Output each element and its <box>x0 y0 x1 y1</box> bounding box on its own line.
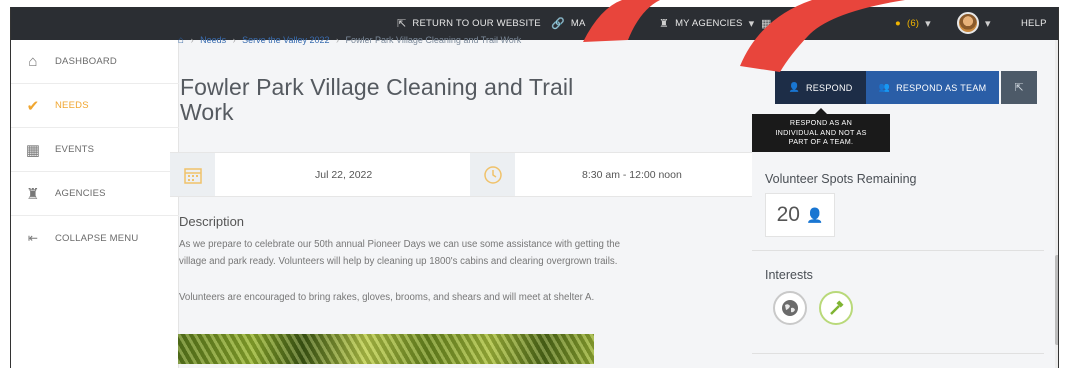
tooltip-line: RESPOND AS AN <box>789 118 853 127</box>
sidebar-item-label: COLLAPSE MENU <box>55 232 139 244</box>
my-agencies-menu[interactable]: ♜ MY AGENCIES ▾ <box>659 7 754 40</box>
link-icon: 🔗 <box>551 18 565 30</box>
sidebar-item-events[interactable]: ▦ EVENTS <box>11 128 179 172</box>
volunteer-spots-count: 20 <box>776 203 800 226</box>
clock-icon <box>470 153 515 196</box>
breadcrumb-serve-the-valley[interactable]: Serve the Valley 2022 <box>242 35 329 45</box>
page-title-line2: Work <box>180 99 234 125</box>
scroll-thumb[interactable] <box>1055 255 1058 345</box>
breadcrumb-current: Fowler Park Village Cleaning and Trail W… <box>345 35 522 45</box>
breadcrumb-separator: › <box>232 35 236 45</box>
description-paragraph-1: As we prepare to celebrate our 50th annu… <box>179 236 739 270</box>
collapse-arrow-icon: ⇤ <box>27 231 39 245</box>
respond-as-team-label: RESPOND AS TEAM <box>896 82 987 93</box>
need-time: 8:30 am - 12:00 noon <box>582 168 682 181</box>
return-to-website-label: RETURN TO OUR WEBSITE <box>412 18 541 29</box>
volunteer-spots-box: 20 👤 <box>765 193 835 237</box>
calendar-icon: ▦ <box>761 18 772 30</box>
page-scrollbar[interactable] <box>1055 40 1058 368</box>
agency-icon: ♜ <box>26 185 40 203</box>
breadcrumb-separator: › <box>336 35 340 45</box>
sidebar-item-label: NEEDS <box>55 100 89 111</box>
respond-label: RESPOND <box>805 82 853 93</box>
page-title: Fowler Park Village Cleaning and Trail W… <box>180 75 680 125</box>
interests-title: Interests <box>765 268 813 282</box>
map-link[interactable]: 🔗 MA <box>551 7 586 40</box>
panel-divider <box>752 250 1044 251</box>
check-circle-icon: ✔ <box>26 97 40 115</box>
date-time-row: Jul 22, 2022 8:30 am - 12:00 noon <box>170 152 752 197</box>
user-menu-caret[interactable]: ▾ <box>985 7 991 40</box>
sidebar: ⌂ DASHBOARD ✔ NEEDS ▦ EVENTS ♜ AGENCIES … <box>11 40 179 368</box>
description-heading: Description <box>179 214 245 229</box>
breadcrumb: ⌂ › Needs › Serve the Valley 2022 › Fowl… <box>178 35 521 46</box>
person-icon: 👤 <box>788 82 800 92</box>
description-line: As we prepare to celebrate our 50th annu… <box>179 239 621 250</box>
sidebar-item-needs[interactable]: ✔ NEEDS <box>11 84 179 128</box>
calendar-link[interactable]: ▦ CALEN <box>761 7 810 40</box>
notifications-menu[interactable]: ● (6) ▾ <box>895 7 931 40</box>
team-icon: 👥 <box>878 82 891 92</box>
help-label: HELP <box>1021 18 1047 29</box>
user-avatar[interactable] <box>957 12 979 34</box>
calendar-icon: ▦ <box>25 141 41 159</box>
volunteer-spots-title: Volunteer Spots Remaining <box>765 172 917 186</box>
hammer-icon[interactable] <box>819 291 853 325</box>
sidebar-item-label: EVENTS <box>55 144 95 155</box>
globe-icon[interactable] <box>773 291 807 325</box>
external-link-icon: ⇱ <box>397 18 407 30</box>
respond-button[interactable]: 👤 RESPOND <box>775 71 866 104</box>
top-navbar: ⇱ RETURN TO OUR WEBSITE 🔗 MA ♜ MY AGENCI… <box>11 7 1058 40</box>
home-icon: ⌂ <box>28 53 38 70</box>
tooltip-line: INDIVIDUAL AND NOT AS <box>775 127 867 137</box>
need-photo <box>178 334 594 364</box>
tooltip-line: PART OF A TEAM. <box>788 137 854 146</box>
my-agencies-label: MY AGENCIES <box>675 18 743 29</box>
calendar-icon <box>170 153 215 196</box>
caret-down-icon: ▾ <box>925 18 931 30</box>
person-icon: 👤 <box>805 206 824 223</box>
home-icon[interactable]: ⌂ <box>178 35 184 46</box>
bell-icon: ● <box>895 18 901 29</box>
calendar-label: CALEN <box>777 18 811 29</box>
need-date: Jul 22, 2022 <box>315 168 373 181</box>
share-icon: ⇱ <box>1014 82 1024 94</box>
map-label: MA <box>570 18 586 29</box>
agency-icon: ♜ <box>659 18 670 30</box>
share-button[interactable]: ⇱ <box>1001 71 1037 104</box>
page-title-line1: Fowler Park Village Cleaning and Trail <box>180 74 574 100</box>
description-line: village and park ready. Volunteers will … <box>179 256 618 267</box>
panel-divider <box>752 353 1044 354</box>
sidebar-item-label: DASHBOARD <box>55 56 117 67</box>
breadcrumb-separator: › <box>190 35 194 45</box>
help-link[interactable]: HELP <box>1021 7 1047 40</box>
sidebar-item-label: AGENCIES <box>55 188 106 199</box>
respond-tooltip: RESPOND AS AN INDIVIDUAL AND NOT AS PART… <box>752 108 890 156</box>
notifications-count: (6) <box>906 18 920 29</box>
breadcrumb-needs[interactable]: Needs <box>200 35 226 45</box>
sidebar-item-dashboard[interactable]: ⌂ DASHBOARD <box>11 40 179 84</box>
description-paragraph-2: Volunteers are encouraged to bring rakes… <box>179 292 595 303</box>
sidebar-item-collapse-menu[interactable]: ⇤ COLLAPSE MENU <box>11 216 179 260</box>
caret-down-icon: ▾ <box>748 18 755 30</box>
caret-down-icon: ▾ <box>985 18 991 30</box>
sidebar-item-agencies[interactable]: ♜ AGENCIES <box>11 172 179 216</box>
respond-as-team-button[interactable]: 👥 RESPOND AS TEAM <box>866 71 999 104</box>
